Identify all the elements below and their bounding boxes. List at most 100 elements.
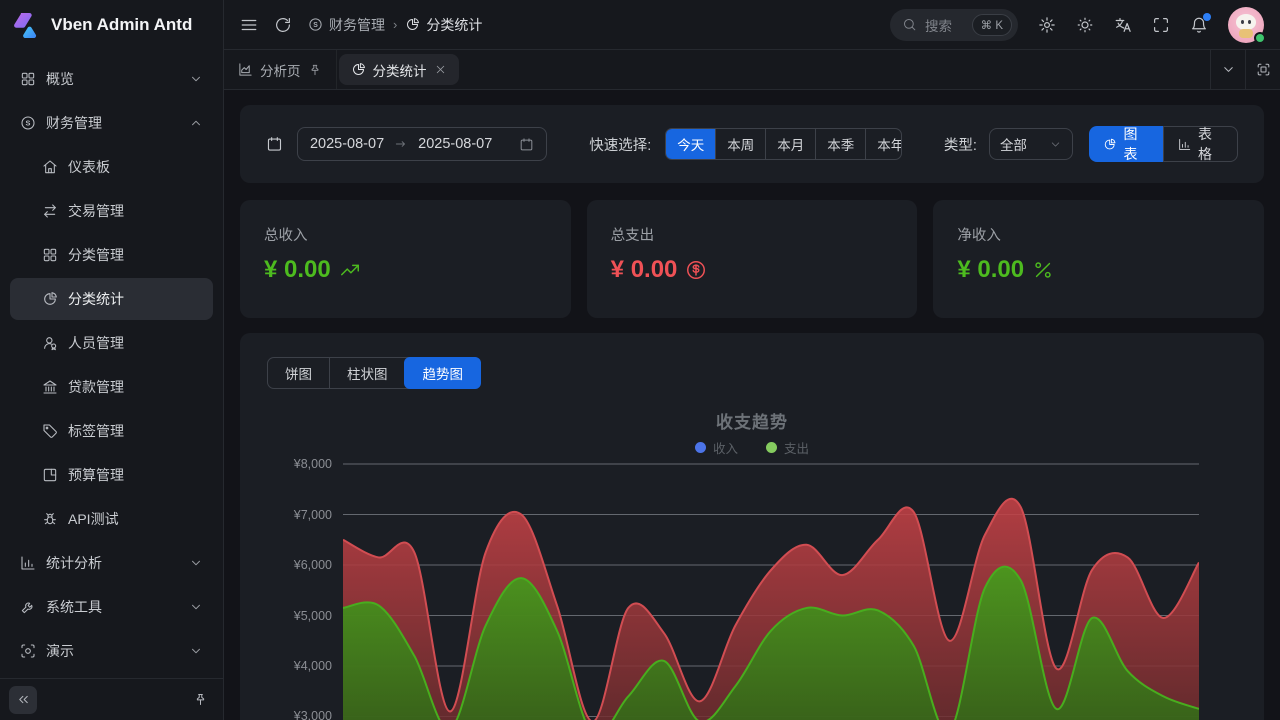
search-placeholder: 搜索 [925,15,952,35]
sidebar-item-label: 预算管理 [68,465,203,485]
card-value: ¥ 0.00 [264,256,331,284]
card-label: 总支出 [611,224,894,245]
pie-chart-icon [351,62,366,77]
search-input[interactable]: 搜索 ⌘ K [890,9,1018,41]
chart-panel: 饼图 柱状图 趋势图 收支趋势 收入 支出 ¥8,000 ¥7,000 ¥6,0… [240,333,1264,720]
arrow-right-icon [394,137,408,151]
date-from[interactable]: 2025-08-07 [310,136,384,152]
sidebar-item-label: 分类统计 [68,289,203,309]
search-shortcut-badge: ⌘ K [972,14,1012,36]
pin-icon[interactable] [308,63,322,77]
tab-analysis[interactable]: 分析页 [224,50,337,89]
user-badge-icon [42,335,58,351]
bank-icon [42,379,58,395]
maximize-icon [1256,62,1271,77]
card-value: ¥ 0.00 [957,256,1024,284]
sidebar-item-label: 财务管理 [46,113,179,133]
tabbar: 分析页 分类统计 [224,50,1280,90]
chart-title: 收支趋势 [240,408,1264,433]
sidebar-item-finance[interactable]: S 财务管理 [10,102,213,144]
chart-type-segmented: 饼图 柱状图 趋势图 [267,357,481,389]
view-table-button[interactable]: 表格 [1163,126,1238,162]
breadcrumb: S 财务管理 › 分类统计 [308,15,482,35]
sidebar-item-label: 系统工具 [46,597,179,617]
y-axis-tick: ¥8,000 [260,457,332,471]
tab-label: 分析页 [260,60,301,80]
pin-sidebar-button[interactable] [186,686,214,714]
card-label: 净收入 [957,224,1240,245]
translate-icon[interactable] [1114,16,1132,34]
bar-chart-icon [1178,137,1191,152]
sidebar-item-loans[interactable]: 贷款管理 [10,366,213,408]
y-axis-tick: ¥6,000 [260,558,332,572]
chevron-down-icon [1049,138,1062,151]
collapse-sidebar-button[interactable] [9,686,37,714]
sidebar-item-demo[interactable]: 演示 [10,630,213,672]
card-net-income: 净收入 ¥ 0.00 [933,200,1264,318]
tabs-dropdown-button[interactable] [1210,50,1245,89]
svg-text:S: S [313,22,318,29]
app-title: Vben Admin Antd [51,15,192,35]
y-axis-tick: ¥3,000 [260,709,332,720]
tab-category-stats[interactable]: 分类统计 [339,54,459,85]
quick-year-button[interactable]: 本年 [865,129,902,159]
quick-week-button[interactable]: 本周 [715,129,765,159]
view-toggle-group: 图表 表格 [1089,126,1238,162]
chart-type-bar-button[interactable]: 柱状图 [329,358,405,388]
logo[interactable]: Vben Admin Antd [0,0,223,50]
sidebar-item-dashboard[interactable]: 仪表板 [10,146,213,188]
sidebar-item-category-stats[interactable]: 分类统计 [10,278,213,320]
sidebar-footer [0,678,223,720]
chart-type-trend-button[interactable]: 趋势图 [404,357,482,389]
layout-panel-icon [42,467,58,483]
sidebar-item-transactions[interactable]: 交易管理 [10,190,213,232]
sidebar-item-people[interactable]: 人员管理 [10,322,213,364]
type-select[interactable]: 全部 [989,128,1073,160]
header: S 财务管理 › 分类统计 搜索 ⌘ K [224,0,1280,50]
card-value: ¥ 0.00 [611,256,678,284]
calendar-icon [519,137,534,152]
logo-icon [13,12,41,39]
sidebar-item-system-tools[interactable]: 系统工具 [10,586,213,628]
circle-s-icon: S [20,115,36,131]
home-icon [42,159,58,175]
sidebar-item-budget[interactable]: 预算管理 [10,454,213,496]
trend-chart-svg [343,452,1199,720]
theme-sun-icon[interactable] [1076,16,1094,34]
trend-up-icon [339,259,361,281]
scan-target-icon [20,643,36,659]
close-icon[interactable] [434,63,447,76]
chart-type-pie-button[interactable]: 饼图 [268,358,329,388]
sidebar-item-label: 交易管理 [68,201,203,221]
maximize-content-button[interactable] [1245,50,1280,89]
bug-icon [42,511,58,527]
gear-icon[interactable] [1038,16,1056,34]
breadcrumb-separator: › [393,17,397,32]
sidebar-item-statistics[interactable]: 统计分析 [10,542,213,584]
quick-quarter-button[interactable]: 本季 [815,129,865,159]
sidebar-item-categories[interactable]: 分类管理 [10,234,213,276]
breadcrumb-label: 财务管理 [329,15,385,35]
date-range-picker[interactable]: 2025-08-07 2025-08-07 [297,127,547,161]
y-axis-tick: ¥7,000 [260,508,332,522]
chevron-up-icon [189,116,203,130]
filter-panel: 2025-08-07 2025-08-07 快速选择: 今天 本周 本月 本季 … [240,105,1264,183]
quick-today-button[interactable]: 今天 [666,129,715,159]
chevron-down-icon [189,72,203,86]
sidebar-item-tags[interactable]: 标签管理 [10,410,213,452]
breadcrumb-item-finance[interactable]: S 财务管理 [308,15,385,35]
sidebar-item-api-test[interactable]: API测试 [10,498,213,540]
hamburger-menu-icon[interactable] [240,16,258,34]
avatar[interactable] [1228,7,1264,43]
date-to[interactable]: 2025-08-07 [418,136,492,152]
sidebar-item-overview[interactable]: 概览 [10,58,213,100]
view-chart-button[interactable]: 图表 [1089,126,1162,162]
fullscreen-icon[interactable] [1152,16,1170,34]
y-axis-tick: ¥4,000 [260,659,332,673]
grid-icon [42,247,58,263]
sidebar-item-label: API测试 [68,509,203,529]
notifications-button[interactable] [1190,16,1208,34]
quick-month-button[interactable]: 本月 [765,129,815,159]
breadcrumb-item-category-stats[interactable]: 分类统计 [405,15,482,35]
refresh-icon[interactable] [274,16,292,34]
